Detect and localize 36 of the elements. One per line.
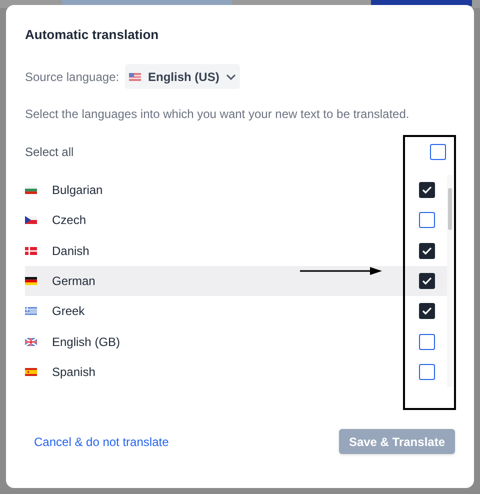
language-row[interactable]: German: [25, 266, 447, 296]
language-name: Greek: [52, 303, 85, 320]
checkbox[interactable]: [419, 303, 435, 320]
flag-icon: [25, 307, 37, 316]
chevron-down-icon: [226, 74, 236, 80]
dialog-title: Automatic translation: [25, 27, 160, 43]
checkbox[interactable]: [419, 242, 435, 259]
language-name: Danish: [52, 242, 90, 260]
language-name: Spanish: [52, 364, 96, 381]
checkbox[interactable]: [419, 182, 435, 198]
source-language-label: Source language:: [25, 68, 120, 86]
check-icon: [422, 246, 432, 255]
scrollbar[interactable]: [447, 175, 453, 387]
flag-icon: [25, 338, 37, 346]
language-name: Bulgarian: [52, 182, 103, 200]
flag-icon: [129, 72, 141, 80]
flag-icon: [25, 246, 37, 255]
language-name: German: [52, 272, 96, 290]
flag-icon: [25, 216, 37, 224]
source-language-dropdown[interactable]: English (US): [125, 64, 240, 89]
checkbox[interactable]: [419, 364, 435, 380]
checkbox[interactable]: [419, 334, 435, 350]
language-name: English (GB): [52, 334, 120, 351]
instruction-text: Select the languages into which you want your new text to be translated.: [25, 107, 410, 122]
check-icon: [422, 276, 432, 285]
flag-icon: [25, 368, 37, 376]
check-icon: [422, 186, 432, 194]
select-all-label: Select all: [25, 144, 74, 161]
check-icon: [422, 307, 432, 316]
checkbox[interactable]: [419, 212, 435, 228]
flag-icon: [25, 186, 37, 194]
flag-icon: [25, 276, 37, 285]
checkbox[interactable]: [430, 144, 446, 160]
cancel-link[interactable]: Cancel & do not translate: [34, 432, 169, 450]
checkbox[interactable]: [419, 272, 435, 289]
language-name: Czech: [52, 212, 86, 230]
